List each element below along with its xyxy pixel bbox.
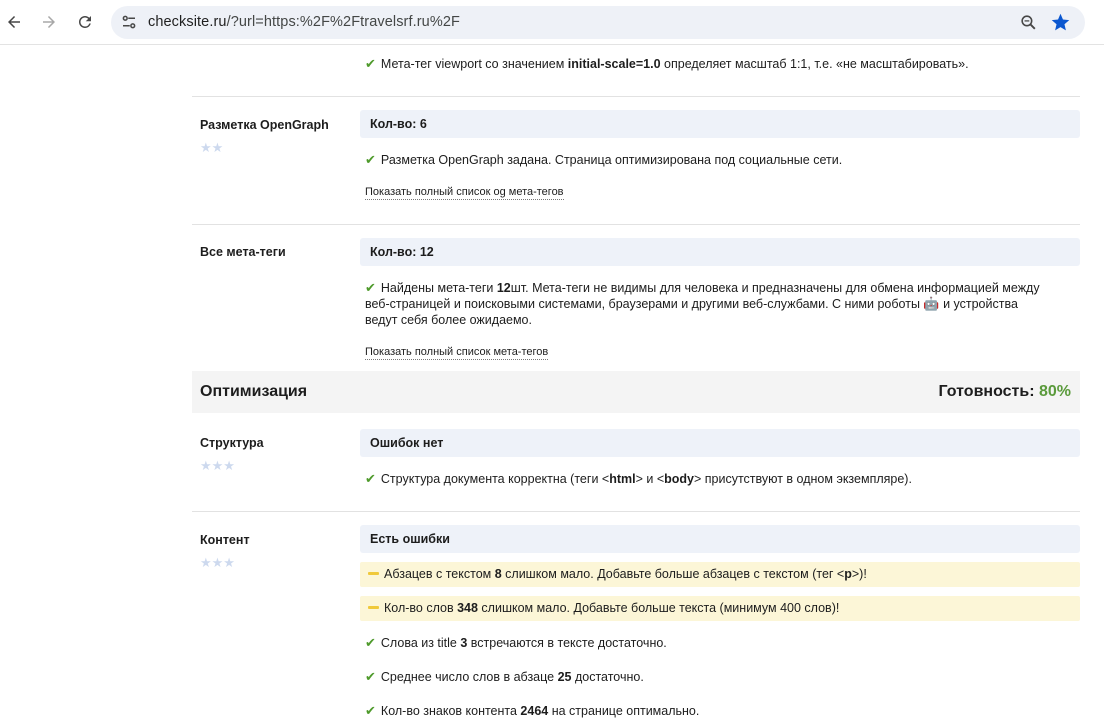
optimization-title: Оптимизация bbox=[200, 383, 308, 400]
row-divider bbox=[192, 224, 1080, 225]
arrow-right-icon bbox=[43, 16, 55, 28]
show-og-tags-link[interactable]: Показать полный список og мета-тегов bbox=[365, 186, 564, 200]
content-check-title-words: ✔ Слова из title 3 встречаются в тексте д… bbox=[365, 635, 667, 650]
bookmark-star-icon[interactable] bbox=[1050, 12, 1071, 33]
opengraph-title: Разметка OpenGraph bbox=[200, 118, 329, 132]
optimization-section-header: Оптимизация Готовность: 80% bbox=[192, 371, 1080, 413]
opengraph-stars: ★★ bbox=[200, 140, 224, 155]
page-content: ✔ Мета-тег viewport со значением initial-… bbox=[0, 46, 1104, 725]
content-stars: ★★★ bbox=[200, 555, 235, 570]
opengraph-check: ✔ Разметка OpenGraph задана. Страница опт… bbox=[365, 152, 843, 167]
structure-check: ✔ Структура документа корректна (теги <ht… bbox=[365, 471, 912, 486]
robot-icon: 🤖 bbox=[923, 296, 940, 311]
warning-dash-icon bbox=[368, 606, 379, 610]
all-meta-title: Все мета-теги bbox=[200, 245, 286, 259]
reload-button[interactable] bbox=[71, 8, 99, 36]
content-title: Контент bbox=[200, 533, 250, 547]
url-text[interactable]: checksite.ru/?url=https:%2F%2Ftravelsrf.… bbox=[148, 14, 460, 30]
opengraph-count-badge: Кол-во: 6 bbox=[360, 110, 1080, 138]
viewport-check: ✔ Мета-тег viewport со значением initial-… bbox=[365, 56, 969, 71]
check-icon: ✔ bbox=[365, 56, 376, 71]
url-host: checksite.ru bbox=[148, 14, 227, 30]
url-path: /?url=https:%2F%2Ftravelsrf.ru%2F bbox=[226, 14, 460, 30]
zoom-icon[interactable] bbox=[1019, 13, 1038, 32]
content-warning-words: Кол-во слов 348 слишком мало. Добавьте б… bbox=[360, 596, 1080, 621]
check-icon: ✔ bbox=[365, 280, 376, 295]
forward-button[interactable] bbox=[35, 8, 63, 36]
site-settings-icon[interactable] bbox=[120, 13, 138, 31]
content-check-char-count: ✔ Кол-во знаков контента 2464 на странице… bbox=[365, 703, 700, 718]
all-meta-check: ✔ Найдены мета-теги 12шт. Мета-теги не ви… bbox=[365, 280, 1040, 327]
back-button[interactable] bbox=[0, 8, 28, 36]
structure-stars: ★★★ bbox=[200, 458, 235, 473]
warning-dash-icon bbox=[368, 572, 379, 576]
check-icon: ✔ bbox=[365, 152, 376, 167]
show-meta-tags-link[interactable]: Показать полный список мета-тегов bbox=[365, 346, 549, 360]
readiness-value: 80% bbox=[1038, 383, 1071, 400]
arrow-left-icon bbox=[8, 16, 20, 28]
address-bar[interactable]: checksite.ru/?url=https:%2F%2Ftravelsrf.… bbox=[111, 6, 1085, 39]
structure-status-badge: Ошибок нет bbox=[360, 429, 1080, 457]
browser-toolbar: checksite.ru/?url=https:%2F%2Ftravelsrf.… bbox=[0, 0, 1104, 45]
content-check-avg-words: ✔ Среднее число слов в абзаце 25 достаточ… bbox=[365, 669, 644, 684]
check-icon: ✔ bbox=[365, 669, 376, 684]
readiness: Готовность: 80% bbox=[938, 383, 1071, 400]
check-icon: ✔ bbox=[365, 471, 376, 486]
content-warning-paragraphs: Абзацев с текстом 8 слишком мало. Добавь… bbox=[360, 562, 1080, 587]
reload-icon bbox=[79, 15, 91, 28]
check-icon: ✔ bbox=[365, 703, 376, 718]
check-icon: ✔ bbox=[365, 635, 376, 650]
all-meta-count-badge: Кол-во: 12 bbox=[360, 238, 1080, 266]
content-status-badge: Есть ошибки bbox=[360, 525, 1080, 553]
structure-title: Структура bbox=[200, 436, 264, 450]
row-divider bbox=[192, 511, 1080, 512]
row-divider bbox=[192, 96, 1080, 97]
